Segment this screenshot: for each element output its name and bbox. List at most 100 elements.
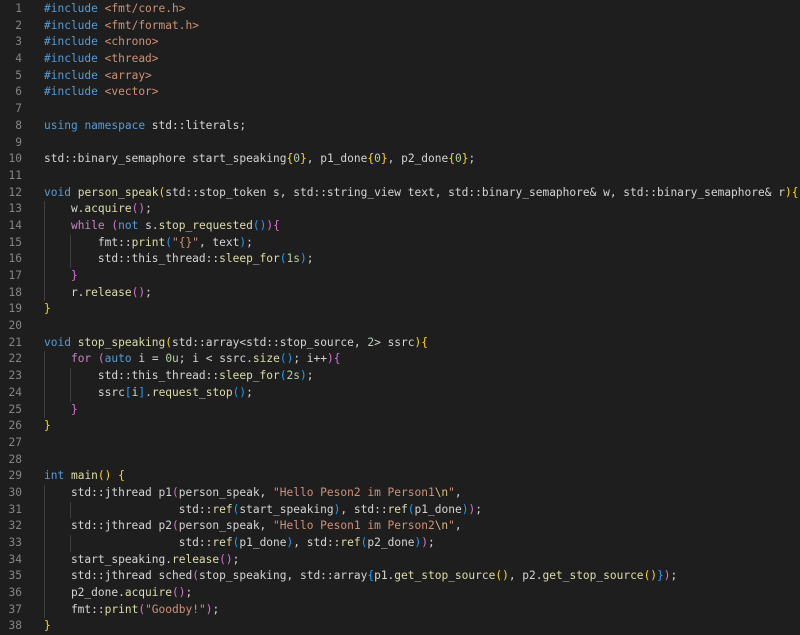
code-line[interactable]: 4 #include <thread> [0,51,800,68]
code-token: <fmt/core.h> [104,2,186,15]
code-token: print [131,235,166,249]
code-line[interactable]: 9 [0,135,800,152]
code-line[interactable]: 26} [0,418,800,435]
code-line[interactable]: 3 #include <chrono> [0,34,800,51]
code-line[interactable]: 2 #include <fmt/format.h> [0,18,800,35]
code-line[interactable]: 37 fmt::print("Goodby!"); [0,601,800,619]
code-token: void [44,185,71,199]
line-number: 1 [15,2,22,15]
code-token: ( [279,252,287,266]
code-token: ; [246,235,253,249]
line-number: 25 [8,402,22,416]
code-token: request_stop [151,385,233,399]
code-token: () [232,385,247,399]
code-token: <fmt/format.h> [104,18,199,32]
code-token: , std:: [293,536,341,549]
code-text: std::binary_semaphore start_speaking {0},… [44,151,800,168]
code-line[interactable]: 13 w.acquire(); [0,201,800,218]
line-number: 13 [8,202,22,216]
code-token: auto [104,352,132,366]
code-line[interactable]: 5 #include <array> [0,68,800,85]
code-token: { [421,335,429,349]
line-number: 11 [8,168,22,182]
code-text: void stop_speaking(std::array<std::stop_… [44,335,800,352]
code-line[interactable]: 34 start_speaking.release(); [0,551,800,569]
code-line[interactable]: 27 [0,435,800,452]
code-line[interactable]: 10 std::binary_semaphore start_speaking {0… [0,151,800,168]
code-line[interactable]: 17 } [0,268,800,285]
code-token: ; [145,202,152,216]
code-token: sleep_for [219,252,280,266]
line-number: 10 [8,152,22,166]
line-number: 18 [8,285,22,299]
code-text: p2_done.acquire(); [44,585,800,602]
line-number: 20 [8,319,22,333]
code-line[interactable]: 35 std::jthread sched(stop_speaking, std… [0,568,800,586]
code-line[interactable]: 22 for (auto i = 0u; i < ssrc.size(); i+… [0,351,800,369]
code-token: ( [97,352,105,366]
code-token: using [44,118,78,132]
code-line[interactable]: 12 void person_speak(std::stop_token s, s… [0,185,800,202]
code-line[interactable]: 33 std::ref(p1_done), std::ref(p2_done))… [0,535,800,552]
code-token: } [70,402,78,416]
code-token: acquire [84,202,132,216]
code-token: () [171,586,186,600]
code-token: ; [306,252,314,266]
code-token: size [252,352,280,366]
line-number: 31 [8,502,22,516]
line-number: 4 [15,52,22,66]
code-token: std:: [44,502,213,516]
code-token: ; [145,285,152,299]
code-line[interactable]: 25 } [0,401,800,419]
code-text: r.release(); [44,285,800,302]
line-number: 24 [8,385,22,399]
code-token: ; [306,369,314,383]
code-token: <vector> [104,85,159,99]
line-number: 15 [8,235,22,249]
code-line[interactable]: 36 p2_done.acquire(); [0,585,800,602]
code-token: , p2_done [387,152,449,166]
code-line[interactable]: 28 [0,452,800,469]
code-text: #include <fmt/core.h> [44,1,800,18]
code-line[interactable]: 24 ssrc[i].request_stop(); [0,384,800,402]
code-line[interactable]: 32 std::jthread p2(person_speak, "Hello … [0,518,800,535]
code-line[interactable]: 16 std::this_thread::sleep_for(1s); [0,251,800,268]
code-token: ref [212,536,233,549]
code-line[interactable]: 20 [0,318,800,335]
code-token: , p1_done [306,152,368,166]
line-number: 3 [15,35,22,49]
code-token: <array> [104,68,152,82]
code-line[interactable]: 15 fmt::print("{}", text); [0,234,800,252]
code-line[interactable]: 14 while (not s.stop_requested()){ [0,217,800,235]
code-line[interactable]: 6 #include <vector> [0,84,800,101]
code-token: ( [279,369,287,383]
code-token: } [380,152,388,166]
code-line[interactable]: 18 r.release(); [0,284,800,302]
code-line[interactable]: 30 std::jthread p1(person_speak, "Hello … [0,484,800,502]
code-token: , text [198,235,240,249]
code-text: fmt::print("Goodby!"); [44,602,800,619]
code-line[interactable]: 11 [0,168,800,185]
line-number: 26 [8,419,22,433]
code-line[interactable]: 21 void stop_speaking(std::array<std::sto… [0,335,800,352]
code-line[interactable]: 23 std::this_thread::sleep_for(2s); [0,368,800,385]
code-line[interactable]: 31 std::ref(start_speaking), std::ref(p1… [0,501,800,519]
code-line[interactable]: 29 int main() { [0,468,800,485]
code-text: #include <array> [44,68,800,85]
code-editor[interactable]: 1 #include <fmt/core.h> 2 #include <fmt/for… [0,1,800,632]
code-text: ssrc[i].request_stop(); [44,385,800,402]
code-line[interactable]: 19} [0,301,800,318]
code-line[interactable]: 7 [0,101,800,118]
code-token: release [84,285,132,299]
code-token: ; [475,502,482,516]
code-line[interactable]: 8 using namespace std::literals; [0,118,800,135]
code-line[interactable]: 1 #include <fmt/core.h> [0,1,800,18]
code-token: { [448,152,455,166]
code-token: std::jthread sched [44,569,193,583]
code-token: r. [44,285,85,299]
